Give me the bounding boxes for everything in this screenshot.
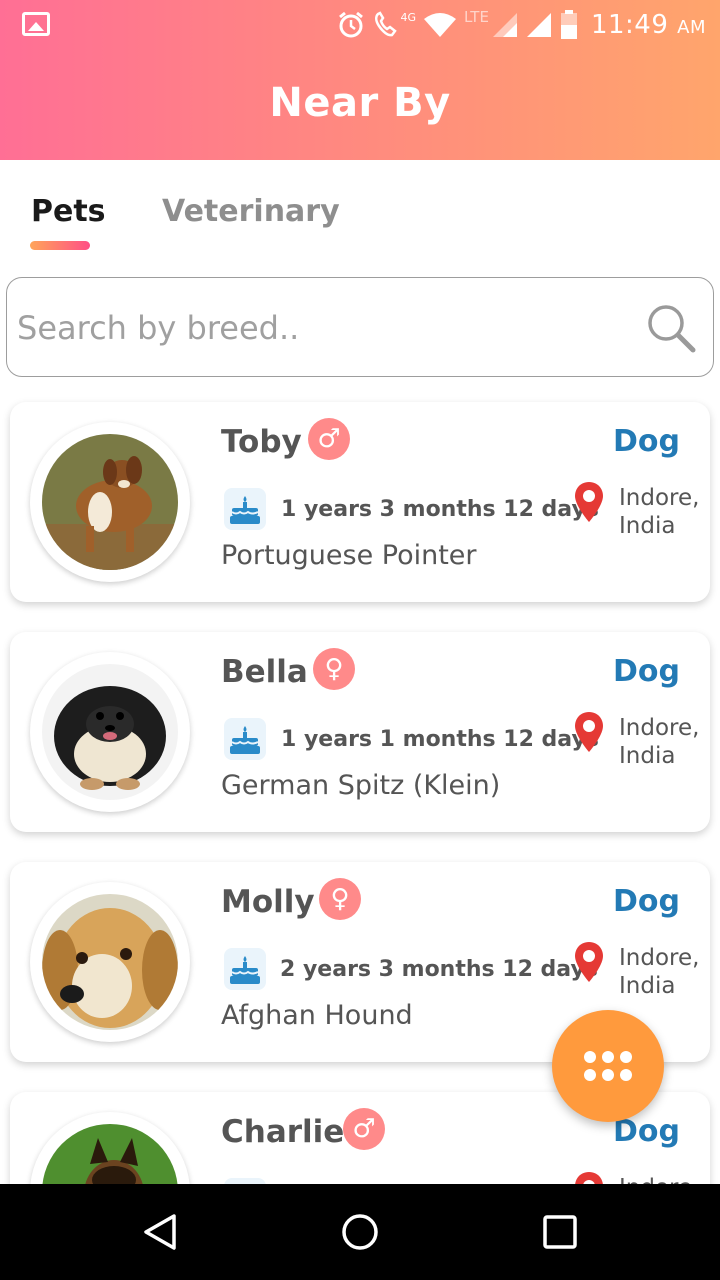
pet-name: Charlie (221, 1114, 345, 1150)
pet-type: Dog (613, 424, 680, 459)
pet-card-bella[interactable]: Bella ♀ Dog 1 years 1 months 12 days Ger… (10, 632, 710, 832)
pet-age: 2 years 3 months 12 days (280, 957, 598, 982)
pet-age: 1 years 1 months 12 days (281, 727, 599, 752)
search-input[interactable] (17, 298, 617, 358)
pet-age: 1 years 3 months 12 days (281, 497, 599, 522)
mobile-data-label: 4G (400, 10, 417, 24)
birthday-cake-icon (224, 948, 266, 990)
birthday-cake-icon (224, 718, 266, 760)
status-time: 11:49 AM (591, 10, 706, 40)
pet-card-toby[interactable]: Toby ♂ Dog 1 years 3 months 12 days Port… (10, 402, 710, 602)
pet-name: Molly (221, 884, 315, 920)
location-pin-icon (575, 712, 603, 752)
status-bar: 4G LTE 11:49 AM (0, 0, 720, 50)
page-title: Near By (269, 80, 451, 126)
location-pin-icon (575, 942, 603, 982)
pet-avatar (42, 434, 178, 570)
menu-fab-button[interactable] (552, 1010, 664, 1122)
pet-avatar-frame (30, 652, 190, 812)
status-ampm: AM (677, 17, 706, 38)
wifi-call-icon (372, 10, 400, 40)
female-icon: ♀ (313, 648, 355, 690)
search-icon[interactable] (645, 302, 697, 354)
birthday-cake-icon (224, 488, 266, 530)
active-tab-indicator (30, 241, 90, 250)
pet-name: Bella (221, 654, 308, 690)
home-icon[interactable] (340, 1212, 380, 1252)
tab-veterinary[interactable]: Veterinary (162, 194, 340, 229)
status-icons: 4G LTE 11:49 AM (336, 6, 720, 44)
tab-pets[interactable]: Pets (31, 194, 106, 229)
pet-avatar-frame (30, 422, 190, 582)
pet-avatar-frame (30, 882, 190, 1042)
back-icon[interactable] (140, 1212, 180, 1252)
network-label: LTE (464, 8, 489, 26)
gallery-icon (22, 12, 50, 36)
battery-icon (559, 9, 579, 41)
search-box (6, 277, 714, 377)
grid-menu-icon (584, 1051, 632, 1081)
male-icon: ♂ (308, 418, 350, 460)
male-icon: ♂ (343, 1108, 385, 1150)
pet-breed: Afghan Hound (221, 1000, 413, 1031)
pet-location: Indore, India (619, 715, 700, 769)
wifi-icon (422, 11, 458, 39)
location-pin-icon (575, 482, 603, 522)
tab-bar: Pets Veterinary (0, 180, 720, 260)
app-header: 4G LTE 11:49 AM Near By (0, 0, 720, 160)
pet-type: Dog (613, 654, 680, 689)
female-icon: ♀ (319, 878, 361, 920)
pet-avatar (42, 664, 178, 800)
alarm-icon (336, 10, 366, 40)
system-nav-bar (0, 1184, 720, 1280)
recent-apps-icon[interactable] (540, 1212, 580, 1252)
pet-breed: Portuguese Pointer (221, 540, 477, 571)
pet-breed: German Spitz (Klein) (221, 770, 501, 801)
pet-location: Indore, India (619, 945, 700, 999)
signal-icon (525, 11, 553, 39)
pet-location: Indore, India (619, 485, 700, 539)
pet-type: Dog (613, 884, 680, 919)
status-clock: 11:49 (590, 10, 669, 40)
pet-name: Toby (221, 424, 302, 460)
pet-avatar (42, 894, 178, 1030)
signal-icon (491, 11, 519, 39)
